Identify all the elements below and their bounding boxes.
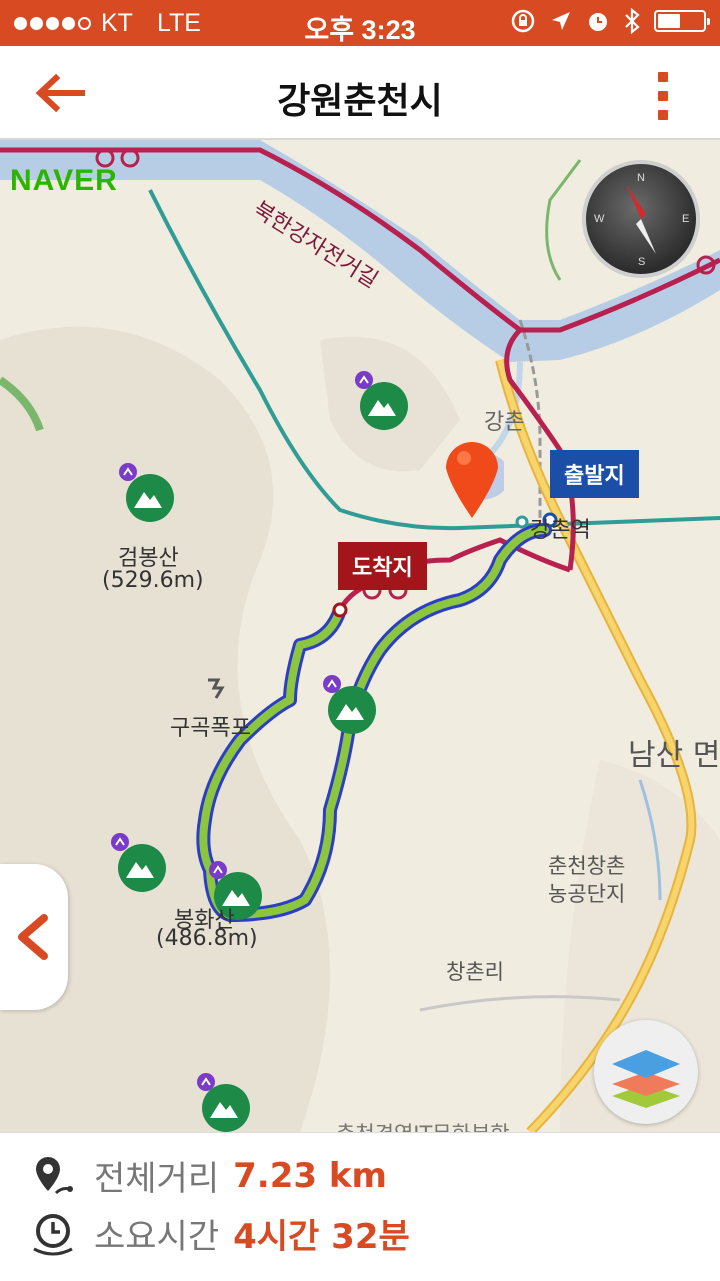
compass-needle [626,184,656,254]
navigation-arrow-icon [552,12,570,30]
distance-icon [36,1156,73,1194]
status-icons [510,8,710,34]
gangchon-label: 강촌 [484,410,525,435]
station-label: 강촌역 [530,518,591,543]
waterfall-icon [208,678,225,699]
naver-logo: NAVER [10,164,118,197]
chevron-left-icon [18,914,48,960]
app-header: 강원춘천시 [0,46,720,141]
end-tag: 도착지 [338,542,427,590]
changchon-label: 창촌리 [446,960,504,984]
side-panel-toggle[interactable] [0,864,68,1010]
more-vertical-icon[interactable] [656,72,670,120]
map-view[interactable]: NAVER 북한강자전거길 N E S W 출발지 도착지 강촌 강촌역 검봉산… [0,140,720,1132]
mountain-icon[interactable] [108,832,170,894]
clock-icon [33,1213,73,1255]
bonghwasan-height: (486.8m) [156,926,258,951]
duration-value: 4시간 32분 [233,1217,410,1257]
compass-icon[interactable]: N E S W [582,160,700,278]
distance-value: 7.23 km [233,1155,387,1196]
start-tag: 출발지 [550,450,639,498]
rotation-lock-icon [511,9,535,33]
duration-row: 소요시간 4시간 32분 [30,1209,410,1258]
mountain-icon[interactable] [194,1072,256,1132]
namsan-label: 남산 면 [628,738,720,773]
distance-label: 전체거리 [94,1159,220,1199]
alarm-icon [589,13,607,31]
industrial-label-1: 춘천창촌 [548,854,626,878]
layers-icon [612,1050,680,1108]
battery-icon [654,10,710,32]
distance-row: 전체거리 7.23 km [30,1151,387,1200]
geombongsan-height: (529.6m) [102,568,204,593]
page-title: 강원춘천시 [277,81,443,122]
bottom-map-label: 춘천경영IT무화부학 [336,1118,510,1132]
location-pin-icon[interactable] [440,436,504,522]
route-info-panel: 전체거리 7.23 km 소요시간 4시간 32분 [0,1132,720,1281]
layers-button[interactable] [594,1020,698,1124]
bluetooth-icon [625,8,640,34]
mountain-icon[interactable] [352,370,412,432]
mountain-icon[interactable] [320,674,382,736]
duration-label: 소요시간 [94,1217,220,1257]
mountain-icon[interactable] [116,462,178,524]
status-bar: KT LTE 오후 3:23 [0,0,720,46]
waterfall-label: 구곡폭포 [170,716,251,741]
industrial-label-2: 농공단지 [548,882,626,906]
